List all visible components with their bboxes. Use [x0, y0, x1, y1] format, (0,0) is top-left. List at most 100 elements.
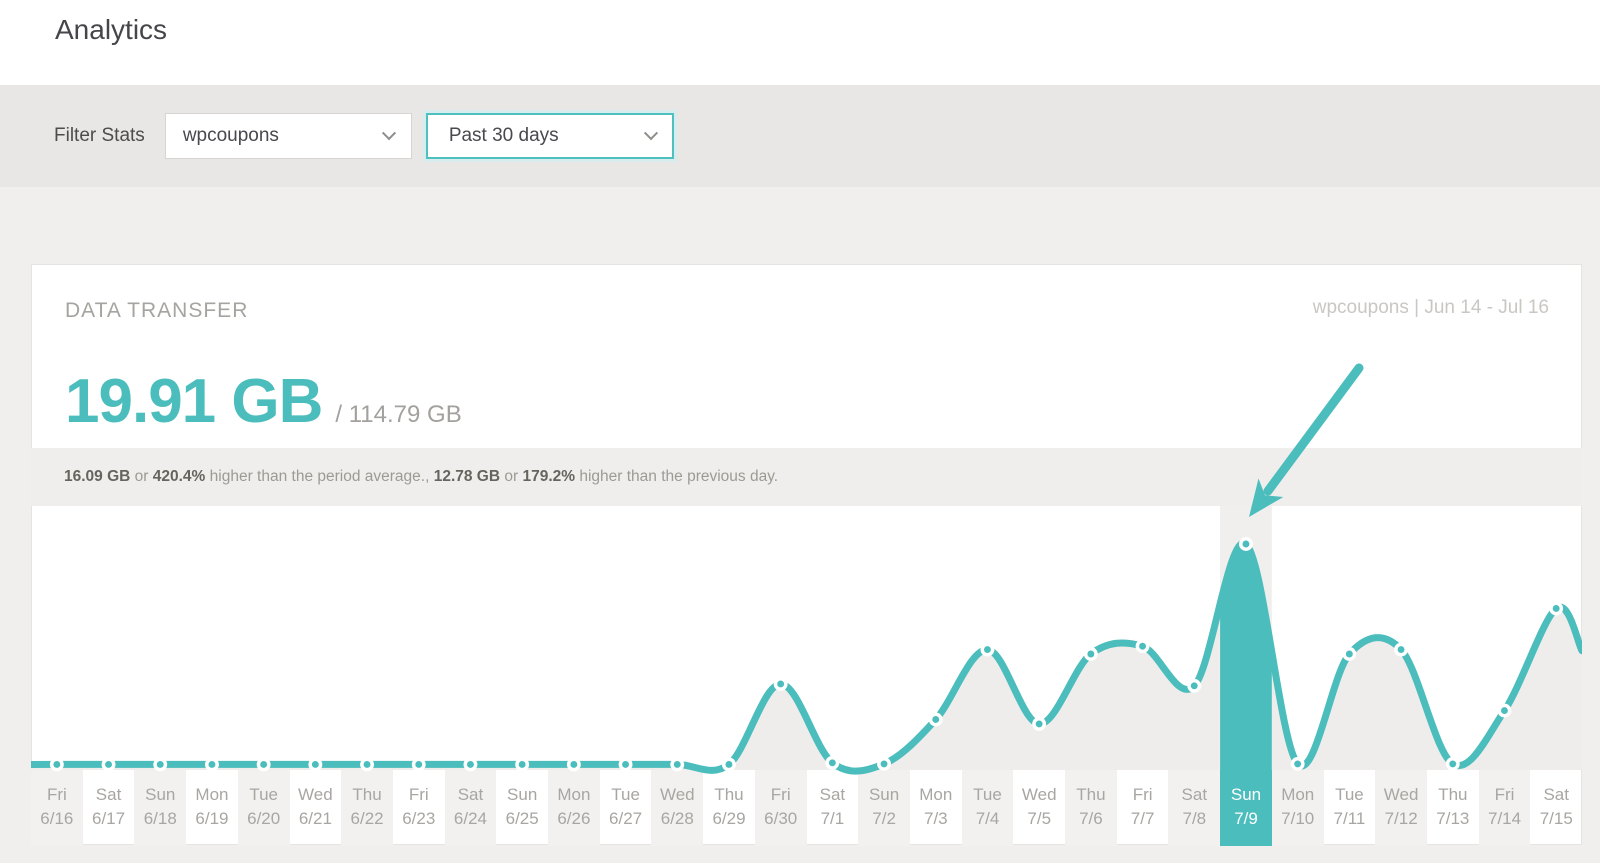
- day-name: Mon: [910, 783, 962, 807]
- data-point-dot: [982, 644, 992, 654]
- x-axis-label[interactable]: Mon7/3: [910, 770, 962, 846]
- day-name: Thu: [1065, 783, 1117, 807]
- day-name: Wed: [1375, 783, 1427, 807]
- x-axis-label[interactable]: Sat7/1: [807, 770, 859, 846]
- summary-strong-value: 16.09 GB: [64, 468, 130, 485]
- series-line: [31, 543, 1582, 771]
- day-date: 6/22: [341, 807, 393, 831]
- data-point-dot: [155, 759, 165, 769]
- day-name: Wed: [651, 783, 703, 807]
- day-name: Fri: [393, 783, 445, 807]
- day-date: 7/2: [858, 807, 910, 831]
- day-date: 6/21: [290, 807, 342, 831]
- x-axis-label[interactable]: Wed6/28: [651, 770, 703, 846]
- usage-summary: 19.91 GB / 114.79 GB: [65, 371, 462, 433]
- data-point-dot: [569, 759, 579, 769]
- page-title: Analytics: [55, 14, 167, 46]
- x-axis-label[interactable]: Thu7/13: [1427, 770, 1479, 846]
- x-axis-label[interactable]: Sat6/17: [83, 770, 135, 846]
- x-axis-label[interactable]: Sat6/24: [445, 770, 497, 846]
- site-filter-select[interactable]: wpcoupons: [165, 113, 412, 159]
- day-date: 7/9: [1220, 807, 1272, 831]
- x-axis-label[interactable]: Sun7/2: [858, 770, 910, 846]
- day-name: Thu: [341, 783, 393, 807]
- x-axis-label[interactable]: Sat7/15: [1530, 770, 1582, 846]
- day-date: 6/27: [600, 807, 652, 831]
- summary-strong-value: 420.4%: [153, 468, 206, 485]
- highlight-column: [1220, 506, 1272, 770]
- x-axis-label[interactable]: Fri7/7: [1117, 770, 1169, 846]
- data-point-dot: [52, 759, 62, 769]
- data-point-dot: [1086, 649, 1096, 659]
- x-axis-label[interactable]: Sat7/8: [1168, 770, 1220, 846]
- usage-total: / 114.79 GB: [335, 401, 461, 429]
- day-date: 7/11: [1324, 807, 1376, 831]
- x-axis-label[interactable]: Thu7/6: [1065, 770, 1117, 846]
- x-axis-label[interactable]: Sun7/9: [1220, 770, 1272, 846]
- data-point-dot: [1137, 641, 1147, 651]
- x-axis-label[interactable]: Sun6/25: [496, 770, 548, 846]
- data-point-dot: [931, 714, 941, 724]
- date-range-select[interactable]: Past 30 days: [426, 113, 674, 159]
- x-axis-label[interactable]: Tue6/20: [238, 770, 290, 846]
- day-name: Wed: [1013, 783, 1065, 807]
- data-point-dot: [1448, 759, 1458, 769]
- day-date: 7/14: [1479, 807, 1531, 831]
- data-point-dot: [465, 759, 475, 769]
- site-filter-value: wpcoupons: [183, 125, 279, 147]
- data-point-dot: [775, 679, 785, 689]
- x-axis-label[interactable]: Tue7/11: [1324, 770, 1376, 846]
- x-axis-label[interactable]: Thu6/29: [703, 770, 755, 846]
- day-name: Tue: [962, 783, 1014, 807]
- x-axis-label[interactable]: Fri7/14: [1479, 770, 1531, 846]
- highlight-spike-fill: [31, 543, 1582, 771]
- x-axis-label[interactable]: Wed6/21: [290, 770, 342, 846]
- x-axis-label[interactable]: Tue6/27: [600, 770, 652, 846]
- summary-text: 16.09 GB or 420.4% higher than the perio…: [64, 468, 778, 486]
- data-point-dot: [362, 759, 372, 769]
- x-axis-label[interactable]: Mon6/19: [186, 770, 238, 846]
- x-axis-label[interactable]: Wed7/12: [1375, 770, 1427, 846]
- summary-strong-value: 12.78 GB: [434, 468, 500, 485]
- summary-plain-text: higher than the previous day.: [575, 468, 778, 485]
- data-point-dot: [1292, 759, 1302, 769]
- x-axis-label[interactable]: Mon7/10: [1272, 770, 1324, 846]
- day-date: 7/4: [962, 807, 1014, 831]
- x-axis-label[interactable]: Thu6/22: [341, 770, 393, 846]
- x-axis-label[interactable]: Fri6/30: [755, 770, 807, 846]
- x-axis-label[interactable]: Sun6/18: [134, 770, 186, 846]
- filter-stats-label: Filter Stats: [54, 125, 145, 147]
- day-name: Wed: [290, 783, 342, 807]
- day-name: Sun: [858, 783, 910, 807]
- day-date: 7/5: [1013, 807, 1065, 831]
- day-date: 7/12: [1375, 807, 1427, 831]
- data-point-dot: [1551, 603, 1561, 613]
- chevron-down-icon: [644, 126, 658, 140]
- day-date: 6/20: [238, 807, 290, 831]
- day-name: Sun: [134, 783, 186, 807]
- day-name: Thu: [703, 783, 755, 807]
- day-date: 7/1: [807, 807, 859, 831]
- day-name: Sat: [83, 783, 135, 807]
- data-point-dot: [672, 759, 682, 769]
- data-point-dot: [258, 759, 268, 769]
- day-date: 7/8: [1168, 807, 1220, 831]
- x-axis-label[interactable]: Fri6/16: [31, 770, 83, 846]
- data-point-dot: [103, 759, 113, 769]
- day-name: Fri: [1117, 783, 1169, 807]
- area-fill: [31, 543, 1582, 771]
- card-title: DATA TRANSFER: [65, 299, 248, 323]
- x-axis-label[interactable]: Tue7/4: [962, 770, 1014, 846]
- day-date: 6/30: [755, 807, 807, 831]
- data-point-dot: [724, 759, 734, 769]
- x-axis-label[interactable]: Fri6/23: [393, 770, 445, 846]
- day-name: Tue: [1324, 783, 1376, 807]
- data-point-dot: [827, 758, 837, 768]
- day-date: 6/28: [651, 807, 703, 831]
- date-range-value: Past 30 days: [449, 125, 559, 147]
- x-axis-label[interactable]: Mon6/26: [548, 770, 600, 846]
- day-name: Sat: [1530, 783, 1582, 807]
- x-axis-label[interactable]: Wed7/5: [1013, 770, 1065, 846]
- day-date: 7/7: [1117, 807, 1169, 831]
- day-date: 6/19: [186, 807, 238, 831]
